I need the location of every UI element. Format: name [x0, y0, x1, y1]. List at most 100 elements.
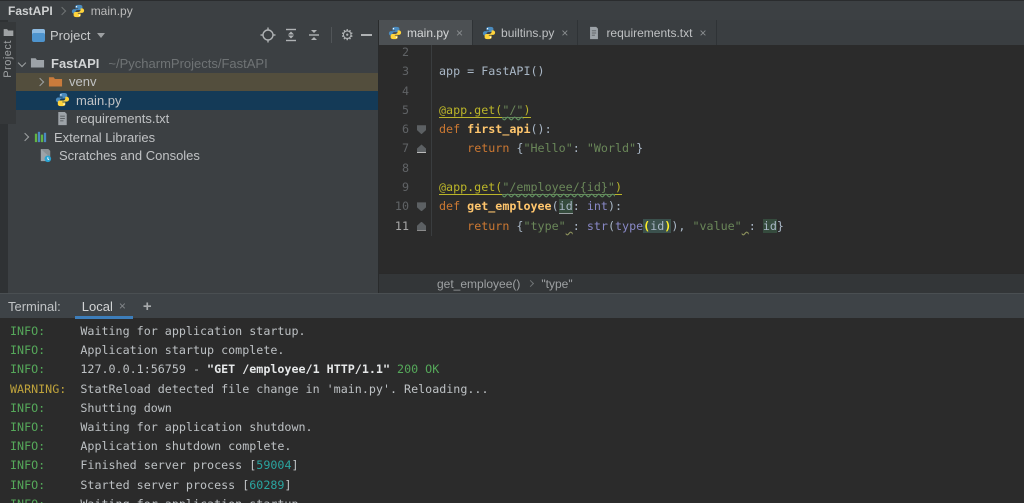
line-number: 10 [379, 197, 413, 216]
code-text: @app.get("/employee/{id}") [432, 178, 622, 197]
panel-title[interactable]: Project [50, 28, 90, 43]
terminal-line: INFO: Application shutdown complete. [10, 437, 1024, 456]
gutter-fold-column [413, 139, 432, 158]
new-terminal-button[interactable]: + [143, 298, 152, 315]
gear-icon[interactable]: ⚙ [341, 28, 354, 43]
gutter-fold-column [413, 82, 432, 101]
tree-item-fastapi-root[interactable]: FastAPI ~/PycharmProjects/FastAPI [7, 54, 378, 73]
line-number: 3 [379, 62, 413, 81]
tree-item-scratches[interactable]: Scratches and Consoles [7, 147, 378, 166]
tree-item-label: venv [69, 74, 96, 89]
terminal-tab-local[interactable]: Local × [75, 294, 133, 319]
tab-label: main.py [407, 26, 449, 40]
tab-label: requirements.txt [606, 26, 692, 40]
toolwindow-icon [32, 29, 45, 42]
project-panel-header: Project ⚙ [0, 20, 378, 50]
breadcrumb-function[interactable]: get_employee() [437, 277, 520, 291]
code-line: 9 @app.get("/employee/{id}") [379, 178, 1024, 197]
code-text [432, 159, 439, 178]
text-file-icon [587, 26, 601, 40]
code-editor[interactable]: 23app = FastAPI()45@app.get("/")6def fir… [379, 45, 1024, 273]
fold-marker-icon[interactable] [417, 144, 426, 153]
stripe-label: Project [2, 40, 14, 78]
line-number: 6 [379, 120, 413, 139]
close-icon[interactable]: × [699, 26, 706, 40]
tree-item-label: requirements.txt [76, 111, 169, 126]
code-text: return {"type" : str(type(id)), "value" … [432, 217, 784, 236]
code-line: 8 [379, 159, 1024, 178]
close-icon[interactable]: × [119, 299, 126, 313]
code-text: return {"Hello": "World"} [432, 139, 643, 158]
tab-label: builtins.py [501, 26, 554, 40]
folder-icon-venv [48, 74, 64, 90]
line-number: 11 [379, 217, 413, 236]
tree-item-label: Scratches and Consoles [59, 148, 200, 163]
active-tab-underline [75, 316, 133, 319]
terminal-line: INFO: Started server process [60289] [10, 476, 1024, 495]
tab-builtins-py[interactable]: builtins.py × [473, 20, 578, 45]
code-text [432, 45, 439, 62]
breadcrumb: FastAPI main.py [0, 0, 1024, 20]
breadcrumb-project[interactable]: FastAPI [8, 4, 53, 18]
chevron-right-icon [57, 6, 65, 14]
code-line: 4 [379, 82, 1024, 101]
divider [331, 27, 332, 43]
terminal-line: INFO: Waiting for application shutdown. [10, 418, 1024, 437]
locate-file-button[interactable] [260, 27, 276, 43]
gutter-fold-column [413, 178, 432, 197]
folder-icon [3, 26, 14, 37]
project-panel: Project Project ⚙ [0, 20, 378, 293]
gutter-fold-column [413, 159, 432, 178]
code-text [432, 82, 439, 101]
tree-item-external-libraries[interactable]: External Libraries [7, 128, 378, 147]
breadcrumb-key[interactable]: "type" [541, 277, 572, 291]
terminal-line: INFO: Shutting down [10, 399, 1024, 418]
terminal-line: INFO: Waiting for application startup. [10, 322, 1024, 341]
line-number: 5 [379, 101, 413, 120]
terminal-header: Terminal: Local × + [0, 293, 1024, 318]
fold-marker-icon[interactable] [417, 125, 426, 134]
python-file-icon [55, 92, 71, 108]
chevron-down-icon[interactable] [97, 33, 105, 38]
gutter-fold-column [413, 197, 432, 216]
code-line: 10 def get_employee(id: int): [379, 197, 1024, 216]
fold-marker-icon[interactable] [417, 202, 426, 211]
tree-item-requirements[interactable]: requirements.txt [7, 110, 378, 129]
tree-item-path: ~/PycharmProjects/FastAPI [108, 56, 267, 71]
code-line: 5 @app.get("/") [379, 101, 1024, 120]
editor: main.py × builtins.py × requirements.txt… [378, 20, 1024, 293]
tree-item-venv[interactable]: venv [7, 73, 378, 92]
fold-marker-icon[interactable] [417, 222, 426, 231]
scratches-icon [38, 148, 54, 164]
tree-item-label: External Libraries [54, 130, 155, 145]
project-stripe-button[interactable]: Project [0, 22, 16, 124]
project-tree: FastAPI ~/PycharmProjects/FastAPI venv m… [0, 54, 378, 165]
collapse-all-button[interactable] [306, 27, 322, 43]
gutter-fold-column [413, 120, 432, 139]
gutter-fold-column [413, 45, 432, 62]
line-number: 4 [379, 82, 413, 101]
line-number: 9 [379, 178, 413, 197]
close-icon[interactable]: × [456, 26, 463, 40]
code-text: def get_employee(id: int): [432, 197, 622, 216]
tree-item-main-py[interactable]: main.py [7, 91, 378, 110]
terminal-output[interactable]: INFO: Waiting for application startup. IN… [0, 318, 1024, 503]
tab-main-py[interactable]: main.py × [379, 20, 473, 45]
chevron-collapsed-icon[interactable] [21, 133, 29, 141]
terminal-label: Terminal: [8, 299, 61, 314]
tab-requirements-txt[interactable]: requirements.txt × [578, 20, 716, 45]
terminal-line: INFO: 127.0.0.1:56759 - "GET /employee/1… [10, 360, 1024, 379]
close-icon[interactable]: × [561, 26, 568, 40]
editor-breadcrumbs: get_employee() "type" [379, 273, 1024, 293]
hide-panel-button[interactable] [361, 34, 372, 36]
chevron-expanded-icon[interactable] [18, 59, 26, 67]
expand-all-button[interactable] [283, 27, 299, 43]
chevron-collapsed-icon[interactable] [36, 78, 44, 86]
code-text: @app.get("/") [432, 101, 531, 120]
code-text: app = FastAPI() [432, 62, 545, 81]
python-icon [482, 26, 496, 40]
breadcrumb-file[interactable]: main.py [91, 4, 133, 18]
terminal-line: WARNING: StatReload detected file change… [10, 380, 1024, 399]
pycharm-window: FastAPI main.py Project Project [0, 0, 1024, 503]
code-line: 6def first_api(): [379, 120, 1024, 139]
